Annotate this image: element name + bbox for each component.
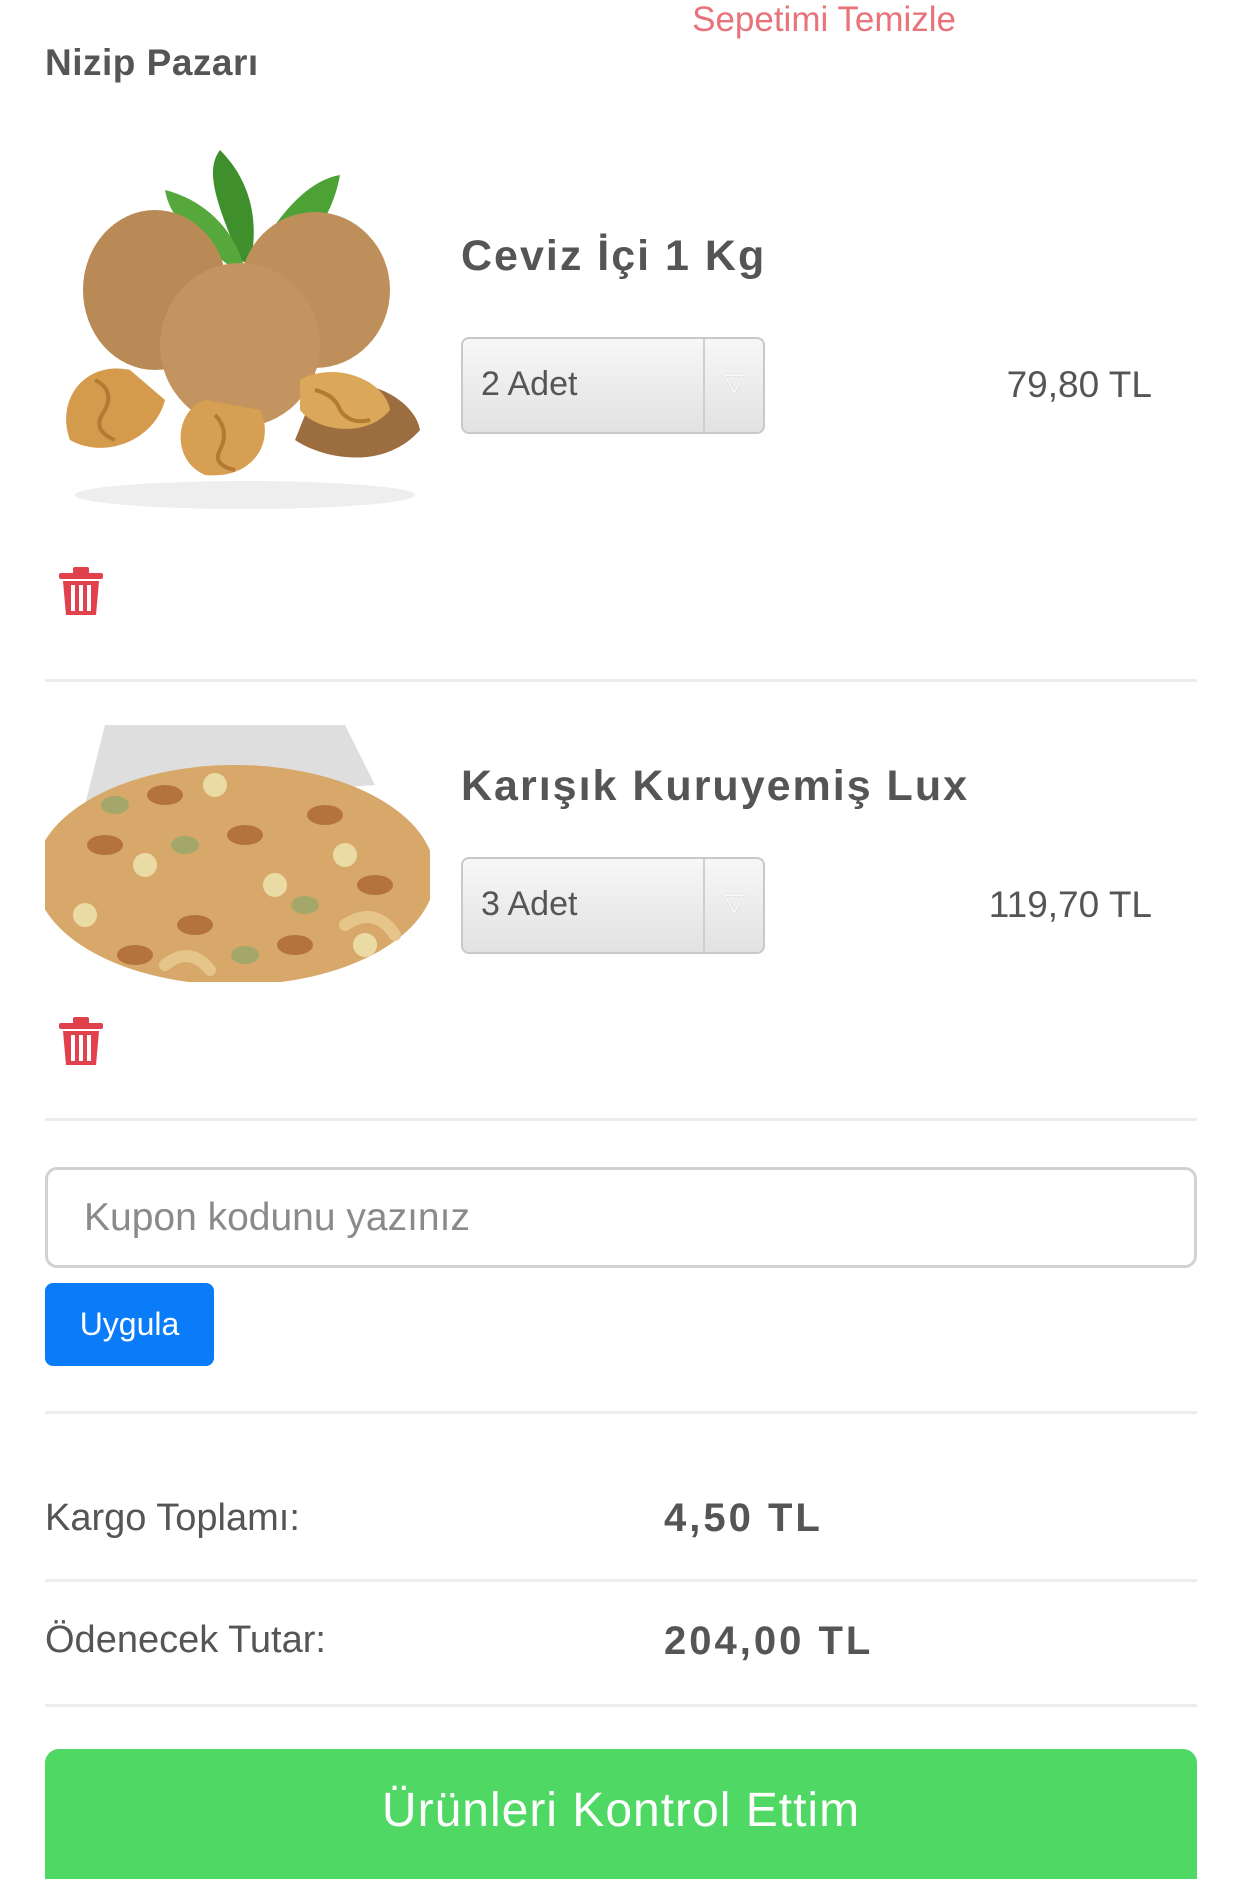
apply-coupon-button[interactable]: Uygula: [45, 1283, 214, 1366]
divider: [45, 1579, 1197, 1582]
cart-item: Ceviz İçi 1 Kg 2 Adet ▽ 79,80 TL: [45, 140, 1197, 640]
quantity-select[interactable]: 2 Adet ▽: [461, 337, 765, 434]
quantity-value: 3 Adet: [481, 885, 578, 923]
trash-icon[interactable]: [57, 1015, 105, 1067]
walnut-image: [45, 140, 430, 515]
cart-item: Karışık Kuruyemiş Lux 3 Adet ▽ 119,70 TL: [45, 725, 1197, 1115]
chevron-down-icon: ▽: [703, 859, 763, 952]
confirm-products-button[interactable]: Ürünleri Kontrol Ettim: [45, 1749, 1197, 1879]
divider: [45, 1411, 1197, 1414]
quantity-select[interactable]: 3 Adet ▽: [461, 857, 765, 954]
shop-name: Nizip Pazarı: [45, 42, 259, 83]
product-image-mixed-nuts: [45, 725, 430, 982]
amount-due-value: 204,00 TL: [664, 1619, 874, 1663]
divider: [45, 1704, 1197, 1707]
chevron-down-icon: ▽: [703, 339, 763, 432]
quantity-value: 2 Adet: [481, 365, 578, 403]
shipping-total-value: 4,50 TL: [664, 1496, 823, 1540]
product-price: 79,80 TL: [1006, 364, 1152, 405]
coupon-input[interactable]: [45, 1167, 1197, 1268]
trash-icon[interactable]: [57, 565, 105, 617]
mixed-nuts-image: [45, 725, 430, 982]
product-image-walnut: [45, 140, 430, 515]
divider: [45, 1118, 1197, 1121]
product-title: Karışık Kuruyemiş Lux: [461, 762, 970, 810]
product-price: 119,70 TL: [988, 884, 1152, 925]
divider: [45, 679, 1197, 682]
amount-due-label: Ödenecek Tutar:: [45, 1619, 326, 1661]
product-title: Ceviz İçi 1 Kg: [461, 232, 767, 280]
clear-cart-link[interactable]: Sepetimi Temizle: [692, 0, 956, 40]
shipping-total-label: Kargo Toplamı:: [45, 1497, 300, 1539]
